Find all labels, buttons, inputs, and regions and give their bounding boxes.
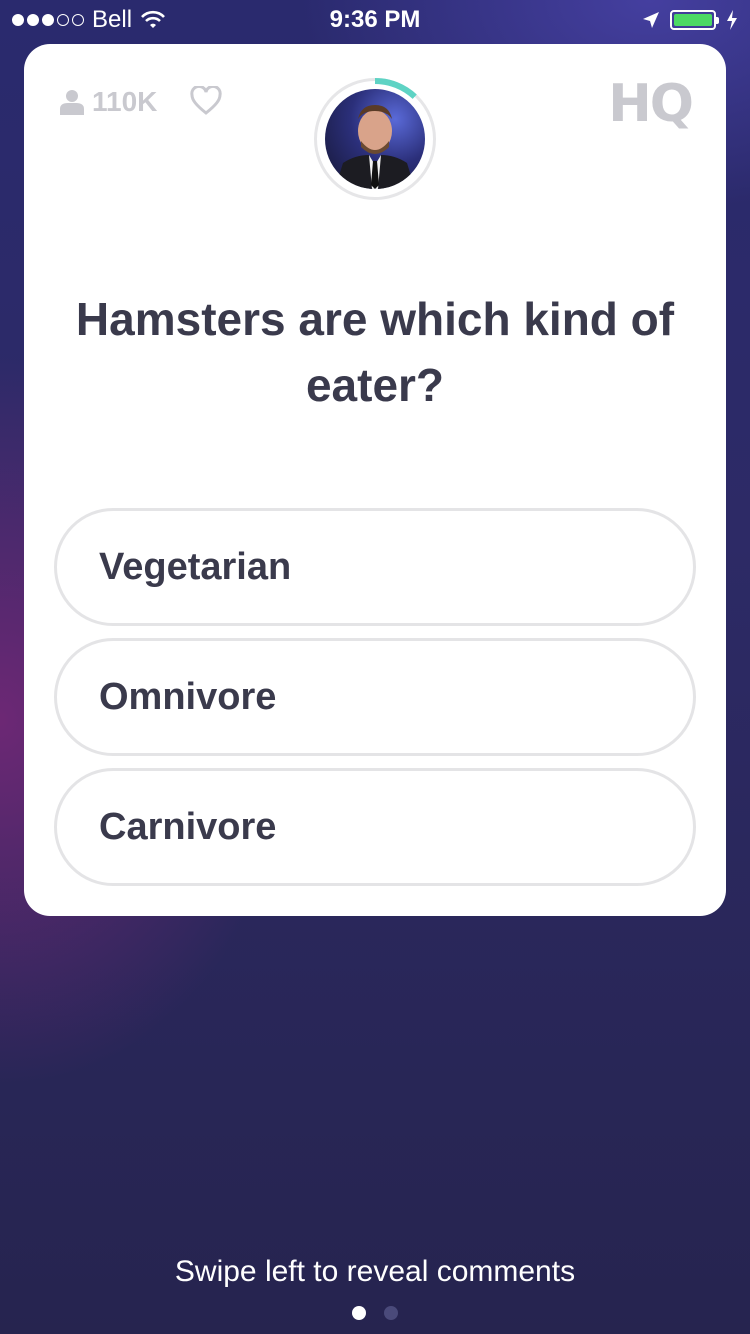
answer-option-2[interactable]: Omnivore [54,638,696,756]
host-video-thumbnail [325,89,425,189]
hq-logo: HQ [608,74,694,134]
person-icon [60,90,84,115]
answer-label: Vegetarian [99,545,292,588]
signal-strength-icon [12,14,84,26]
status-right [642,10,738,30]
page-indicator[interactable] [0,1306,750,1320]
page-dot-2[interactable] [384,1306,398,1320]
answer-option-1[interactable]: Vegetarian [54,508,696,626]
question-text: Hamsters are which kind of eater? [75,293,675,411]
location-arrow-icon [643,12,659,28]
viewer-count: 110K [60,86,157,118]
carrier-signal: Bell [12,6,166,34]
wifi-icon [141,10,165,28]
carrier-name: Bell [92,6,133,33]
answer-label: Omnivore [99,675,277,718]
question-card: 110K HQ Hamsters are which kind of eater… [24,44,726,916]
battery-icon [670,10,719,30]
answer-option-3[interactable]: Carnivore [54,768,696,886]
viewer-count-label: 110K [92,86,158,117]
swipe-hint: Swipe left to reveal comments [174,1255,576,1288]
answer-label: Carnivore [99,805,277,848]
heart-icon[interactable] [190,86,222,116]
status-bar: Bell 9:36 PM [0,0,750,40]
charging-bolt-icon [727,10,737,30]
page-dot-1[interactable] [352,1306,366,1320]
host-avatar [314,78,436,200]
